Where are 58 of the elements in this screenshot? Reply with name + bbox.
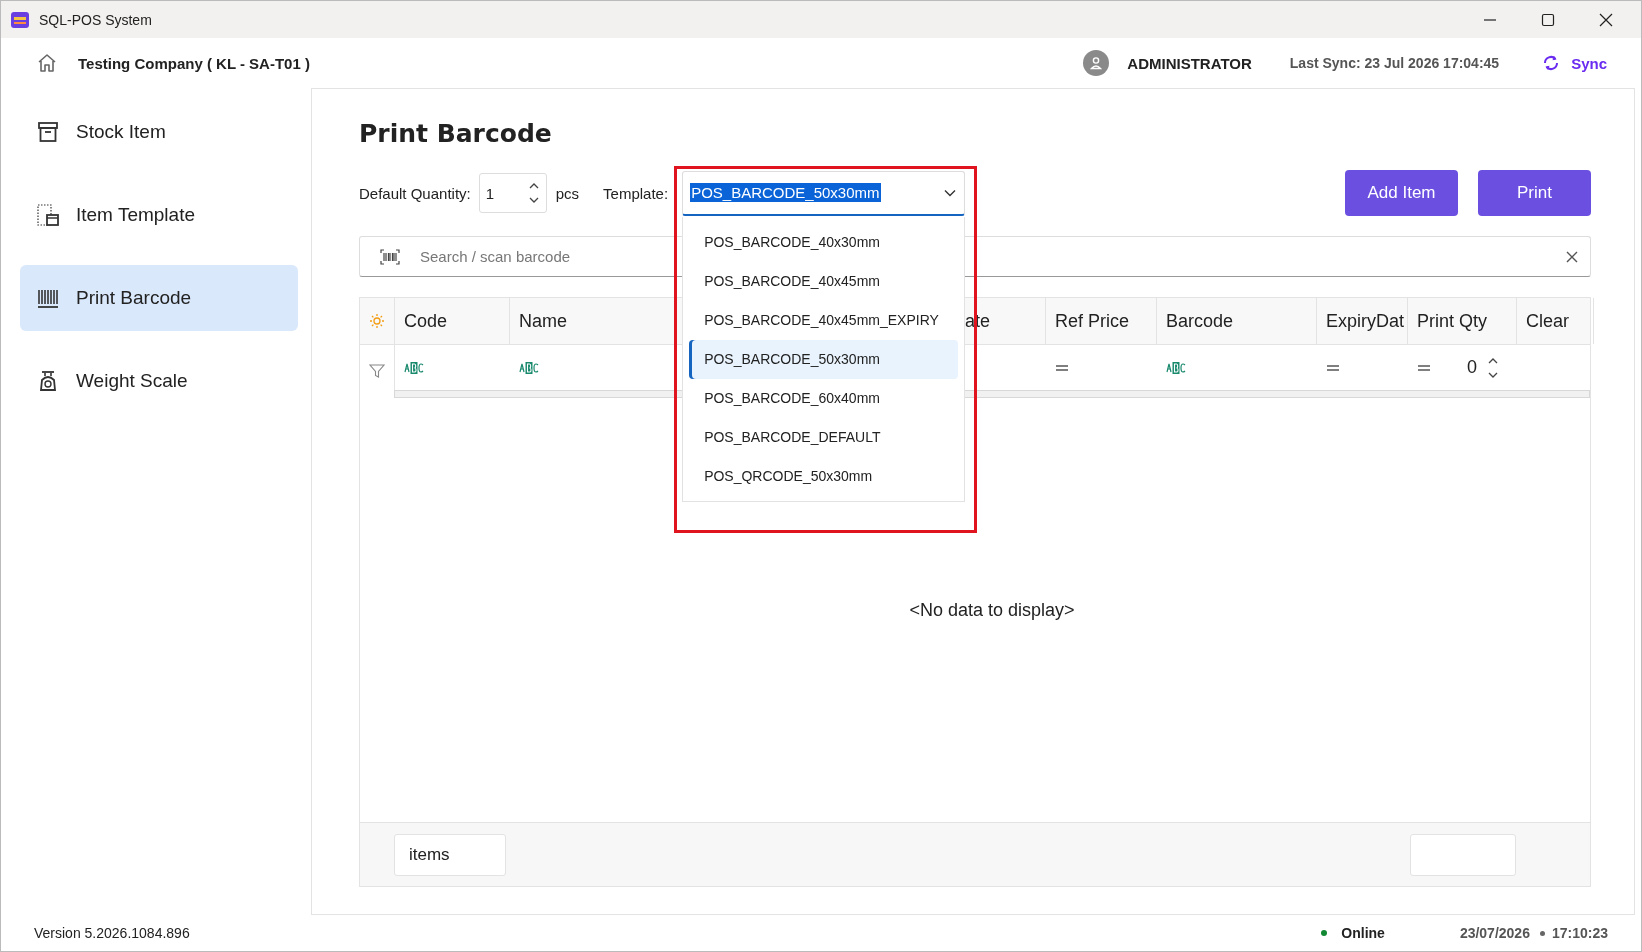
column-header[interactable]: Print Qty xyxy=(1417,310,1487,332)
equals-icon[interactable] xyxy=(1326,363,1340,372)
quantity-spinner[interactable]: 1 xyxy=(478,173,547,213)
connection-status: Online xyxy=(1341,925,1385,941)
dropdown-option[interactable]: POS_BARCODE_40x30mm xyxy=(689,222,959,262)
clear-icon[interactable] xyxy=(1566,250,1578,263)
dropdown-option[interactable]: POS_BARCODE_DEFAULT xyxy=(689,417,959,457)
window-title: SQL-POS System xyxy=(39,11,152,28)
template-icon xyxy=(37,204,59,226)
equals-icon[interactable] xyxy=(1417,363,1431,372)
sidebar-item[interactable]: Item Template xyxy=(20,182,298,248)
page-title: Print Barcode xyxy=(359,119,553,150)
user-name: ADMINISTRATOR xyxy=(1127,54,1252,72)
archive-box-icon xyxy=(37,121,59,143)
sidebar-item[interactable]: Stock Item xyxy=(20,99,298,165)
print-button[interactable]: Print xyxy=(1478,170,1591,216)
sidebar-item[interactable]: Weight Scale xyxy=(20,348,298,414)
filter-value[interactable]: 0 xyxy=(1467,357,1477,378)
template-label: Template: xyxy=(603,184,669,202)
status-date: 23/07/2026 xyxy=(1459,925,1530,941)
version-text: Version 5.2026.1084.896 xyxy=(34,925,190,941)
maximize-icon[interactable] xyxy=(1541,12,1555,27)
status-time: 17:10:23 xyxy=(1551,925,1608,941)
dropdown-option[interactable]: POS_BARCODE_50x30mm xyxy=(689,339,959,379)
column-header[interactable]: Clear xyxy=(1526,310,1569,332)
dropdown-option[interactable]: POS_BARCODE_60x40mm xyxy=(689,378,959,418)
items-count: items xyxy=(394,833,506,876)
text-filter-icon[interactable] xyxy=(1166,361,1186,374)
scale-icon xyxy=(37,370,59,392)
text-filter-icon[interactable] xyxy=(519,361,539,374)
dropdown-option[interactable]: POS_QRCODE_50x30mm xyxy=(689,456,959,496)
quantity-label: Default Quantity: xyxy=(359,184,471,202)
close-icon[interactable] xyxy=(1599,12,1613,27)
company-name: Testing Company ( KL - SA-T01 ) xyxy=(78,54,310,72)
dropdown-option[interactable]: POS_BARCODE_40x45mm_EXPIRY xyxy=(689,300,959,340)
app-logo-icon xyxy=(11,10,29,29)
column-header[interactable]: Barcode xyxy=(1166,310,1234,332)
search-field[interactable]: Search / scan barcode xyxy=(420,248,650,265)
barcode-icon xyxy=(37,287,59,309)
dropdown-option[interactable]: POS_BARCODE_40x45mm xyxy=(689,261,959,301)
barcode-scan-icon xyxy=(380,248,400,265)
unit-label: pcs xyxy=(555,184,580,202)
text-filter-icon[interactable] xyxy=(404,361,424,374)
column-header[interactable]: Code xyxy=(404,310,448,332)
sidebar-item[interactable]: Print Barcode xyxy=(20,265,298,331)
sync-button[interactable]: Sync xyxy=(1541,53,1607,73)
column-header[interactable]: Ref Price xyxy=(1055,310,1130,332)
home-icon[interactable] xyxy=(37,53,57,73)
template-dropdown[interactable]: POS_BARCODE_50x30mm xyxy=(682,170,966,216)
chevron-down-icon[interactable] xyxy=(944,188,957,197)
user-avatar-icon xyxy=(1083,50,1110,76)
empty-message: <No data to display> xyxy=(909,599,1075,621)
last-sync: Last Sync: 23 Jul 2026 17:04:45 xyxy=(1289,55,1500,71)
filter-icon[interactable] xyxy=(369,362,385,379)
add-item-button[interactable]: Add Item xyxy=(1345,170,1458,216)
column-header[interactable]: ExpiryDat xyxy=(1326,310,1405,332)
column-header[interactable]: Name xyxy=(519,310,567,332)
equals-icon[interactable] xyxy=(1055,363,1069,372)
